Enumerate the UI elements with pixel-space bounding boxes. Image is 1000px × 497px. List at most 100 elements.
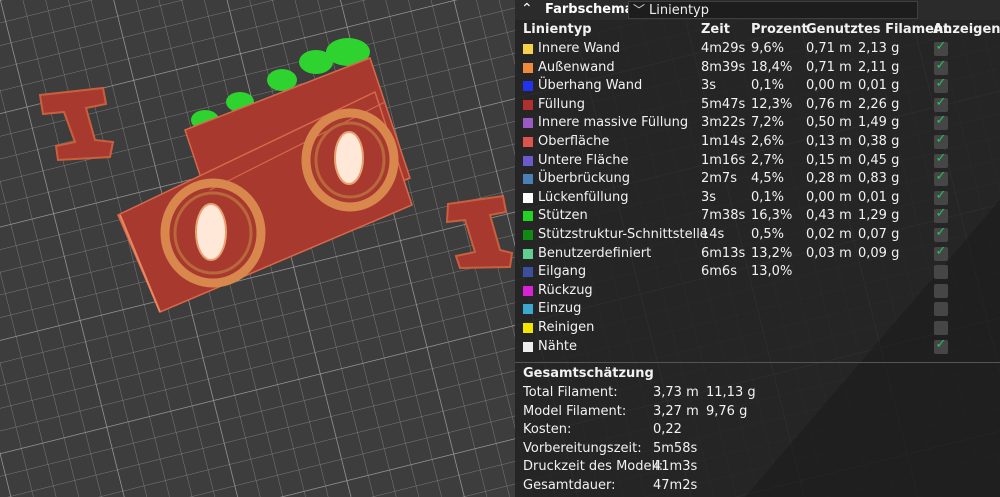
- line-type-percent: 0,1%: [751, 78, 785, 94]
- summary-row: Druckzeit des Modell: 41m3s: [523, 459, 993, 477]
- line-type-time: 8m39s: [701, 59, 746, 75]
- show-checkbox[interactable]: ✓: [934, 113, 948, 131]
- line-type-name: Benutzerdefiniert: [538, 245, 652, 261]
- line-type-percent: 4,5%: [751, 171, 785, 187]
- summary-label: Kosten:: [523, 422, 572, 438]
- show-checkbox[interactable]: ✓: [934, 302, 948, 317]
- show-checkbox[interactable]: ✓: [934, 225, 948, 242]
- line-type-percent: 7,2%: [751, 115, 785, 131]
- filament-weight: 2,11 g: [858, 59, 900, 75]
- filament-weight: 0,01 g: [858, 189, 900, 205]
- line-type-name: Untere Fläche: [538, 152, 629, 168]
- summary-label: Gesamtdauer:: [523, 478, 616, 493]
- legend-row: Untere Fläche 1m16s 2,7% 0,15 m 0,45 g ✓: [515, 151, 1000, 170]
- filament-length: 0,43 m: [806, 208, 852, 224]
- color-swatch: [523, 99, 533, 110]
- filament-length: 0,71 m: [806, 59, 852, 75]
- show-checkbox[interactable]: ✓: [934, 321, 948, 335]
- filament-length: 0,00 m: [806, 189, 852, 205]
- show-checkbox[interactable]: ✓: [934, 132, 948, 149]
- show-checkbox[interactable]: ✓: [934, 265, 948, 280]
- line-type-name: Überbrückung: [538, 171, 630, 187]
- line-type-name: Außenwand: [538, 59, 615, 75]
- col-header-show: Anzeigen: [933, 22, 1000, 37]
- show-checkbox[interactable]: ✓: [934, 283, 948, 298]
- legend-row: Überhang Wand 3s 0,1% 0,00 m 0,01 g ✓: [515, 76, 1000, 95]
- legend-row: Stützen 7m38s 16,3% 0,43 m 1,29 g ✓: [515, 206, 1000, 225]
- legend-row: Stützstruktur-Schnittstelle 14s 0,5% 0,02 m…: [515, 225, 1000, 244]
- chevron-down-icon: ﹀: [633, 3, 646, 17]
- legend-row: Innere Wand 4m29s 9,6% 0,71 m 2,13 g ✓: [515, 39, 1000, 58]
- color-swatch: [523, 211, 533, 222]
- line-type-name: Füllung: [538, 96, 585, 112]
- line-type-time: 6m13s: [701, 245, 746, 261]
- show-checkbox[interactable]: ✓: [934, 244, 948, 261]
- col-header-type: Linientyp: [523, 22, 592, 37]
- line-type-time: 4m29s: [701, 41, 746, 56]
- show-checkbox[interactable]: ✓: [934, 188, 948, 205]
- checkmark-icon: ✓: [935, 132, 947, 147]
- show-checkbox[interactable]: ✓: [934, 151, 948, 168]
- line-type-name: Oberfläche: [538, 134, 610, 149]
- checkmark-icon: ✓: [935, 76, 947, 92]
- legend-row: Füllung 5m47s 12,3% 0,76 m 2,26 g ✓: [515, 94, 1000, 114]
- filament-weight: 0,45 g: [858, 152, 900, 168]
- color-swatch: [523, 81, 533, 92]
- summary-row: Total Filament: 3,73 m 11,13 g: [523, 385, 993, 403]
- filament-length: 0,28 m: [806, 171, 852, 187]
- filament-weight: 0,01 g: [858, 78, 900, 94]
- collapse-icon[interactable]: ⌃: [521, 1, 533, 17]
- checkmark-icon: ✓: [935, 94, 947, 110]
- line-type-time: 3s: [701, 189, 717, 205]
- checkmark-icon: ✓: [935, 169, 947, 185]
- line-type-percent: 0,5%: [751, 227, 785, 242]
- show-checkbox[interactable]: ✓: [934, 337, 948, 354]
- line-type-percent: 18,4%: [751, 59, 793, 75]
- summary-value: 41m3s: [653, 459, 698, 475]
- summary-label: Druckzeit des Modell:: [523, 459, 664, 475]
- summary-value: 47m2s: [653, 478, 698, 493]
- filament-length: 0,50 m: [806, 115, 852, 131]
- summary-section: Gesamtschätzung: [515, 362, 1000, 383]
- filament-weight: 1,29 g: [858, 208, 900, 224]
- line-type-time: 6m6s: [701, 264, 737, 280]
- legend-row: Eilgang 6m6s 13,0% ✓: [515, 263, 1000, 281]
- show-checkbox[interactable]: ✓: [934, 169, 948, 187]
- color-scheme-title: Farbschema: [545, 2, 634, 17]
- show-checkbox[interactable]: ✓: [934, 76, 948, 94]
- summary-value: 0,22: [653, 422, 682, 438]
- show-checkbox[interactable]: ✓: [934, 206, 948, 224]
- line-type-name: Innere Wand: [538, 41, 620, 56]
- summary-value: 3,27 m: [653, 403, 699, 419]
- summary-label: Total Filament:: [523, 385, 618, 400]
- summary-value-secondary: 9,76 g: [706, 403, 748, 419]
- color-swatch: [523, 137, 533, 147]
- color-swatch: [523, 304, 533, 315]
- color-scheme-dropdown[interactable]: ﹀ Linientyp: [628, 1, 918, 19]
- checkmark-icon: ✓: [935, 57, 947, 73]
- show-checkbox[interactable]: ✓: [934, 39, 948, 56]
- filament-length: 0,13 m: [806, 134, 852, 149]
- filament-length: 0,76 m: [806, 96, 852, 112]
- show-checkbox[interactable]: ✓: [934, 94, 948, 112]
- color-swatch: [523, 44, 533, 54]
- color-swatch: [523, 285, 533, 296]
- summary-value: 5m58s: [653, 440, 698, 456]
- summary-value-secondary: 11,13 g: [706, 385, 756, 400]
- color-swatch: [523, 230, 533, 240]
- line-type-time: 7m38s: [701, 208, 746, 224]
- legend-row: Reinigen ✓: [515, 319, 1000, 337]
- line-type-percent: 13,2%: [751, 245, 793, 261]
- filament-length: 0,02 m: [806, 227, 852, 242]
- summary-value: 3,73 m: [653, 385, 699, 400]
- color-swatch: [523, 248, 533, 259]
- filament-length: 0,15 m: [806, 152, 852, 168]
- line-type-time: 3s: [701, 78, 717, 94]
- legend-panel: ⌃ Farbschema ﹀ Linientyp Linientyp Zeit …: [515, 0, 1000, 497]
- line-type-time: 1m14s: [701, 134, 746, 149]
- col-header-filament: Genutztes Filament: [806, 22, 950, 37]
- summary-row: Vorbereitungszeit: 5m58s: [523, 441, 993, 459]
- filament-weight: 0,07 g: [858, 227, 900, 242]
- show-checkbox[interactable]: ✓: [934, 57, 948, 75]
- line-type-percent: 16,3%: [751, 208, 793, 224]
